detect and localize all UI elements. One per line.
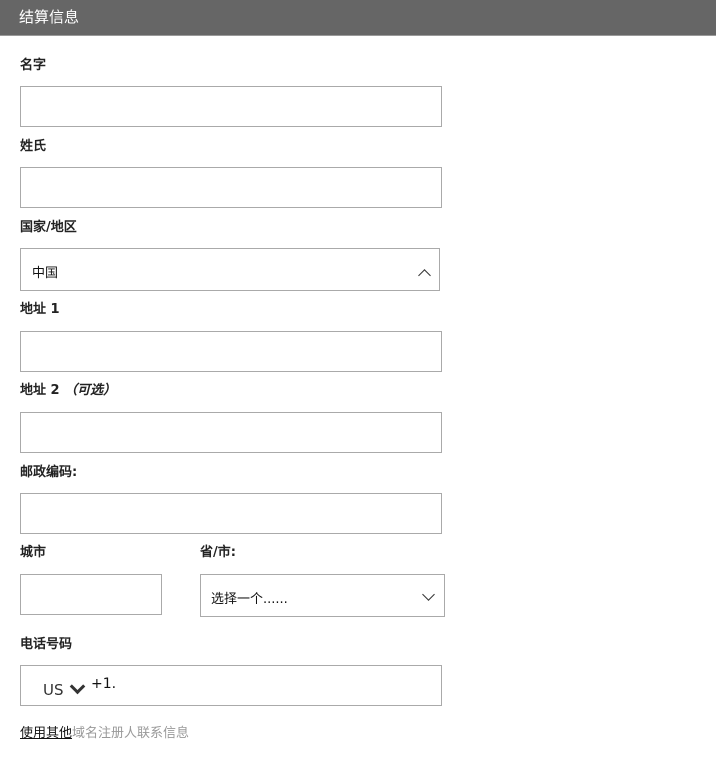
province-value: 选择一个...... bbox=[211, 592, 288, 607]
phone-prefix: +1. bbox=[91, 676, 117, 692]
postal-input[interactable] bbox=[20, 493, 442, 534]
province-select[interactable]: 选择一个...... bbox=[200, 574, 445, 617]
first-name-label: 名字 bbox=[20, 58, 47, 73]
province-label: 省/市: bbox=[200, 545, 236, 560]
last-name-input[interactable] bbox=[20, 167, 442, 208]
city-label: 城市 bbox=[20, 545, 47, 560]
address2-label: 地址 2 （可选） bbox=[20, 383, 116, 399]
first-name-input[interactable] bbox=[20, 86, 442, 127]
city-input[interactable] bbox=[20, 574, 162, 615]
phone-input[interactable]: US +1. bbox=[20, 665, 442, 706]
alt-contact-rest: 域名注册人联系信息 bbox=[72, 726, 190, 741]
phone-label: 电话号码 bbox=[20, 637, 73, 652]
last-name-label: 姓氏 bbox=[20, 139, 47, 154]
address2-input[interactable] bbox=[20, 412, 442, 453]
country-value: 中国 bbox=[32, 266, 59, 281]
country-label: 国家/地区 bbox=[20, 220, 77, 235]
country-select[interactable]: 中国 bbox=[20, 248, 440, 291]
phone-country-code[interactable]: US bbox=[43, 681, 64, 699]
chevron-up-icon bbox=[418, 269, 431, 282]
use-other-link[interactable]: 使用其他 bbox=[20, 726, 72, 741]
postal-label: 邮政编码: bbox=[20, 465, 78, 480]
section-title: 结算信息 bbox=[19, 8, 80, 26]
chevron-down-icon[interactable] bbox=[69, 678, 86, 695]
address1-label: 地址 1 bbox=[20, 302, 60, 317]
section-header: 结算信息 bbox=[0, 0, 716, 36]
optional-note: （可选） bbox=[64, 383, 117, 398]
address2-label-text: 地址 2 bbox=[20, 383, 60, 398]
chevron-down-icon bbox=[422, 588, 435, 601]
alt-contact-text: 使用其他域名注册人联系信息 bbox=[20, 722, 189, 741]
address1-input[interactable] bbox=[20, 331, 442, 372]
